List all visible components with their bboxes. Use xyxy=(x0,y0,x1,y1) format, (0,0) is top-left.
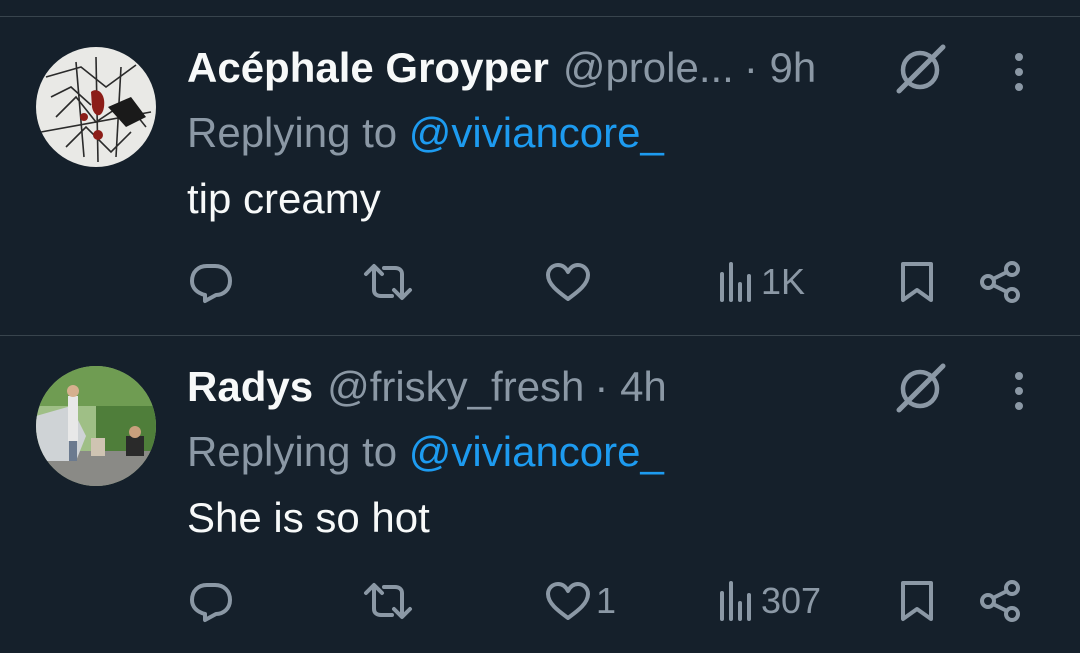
views-icon xyxy=(717,579,757,623)
view-count: 1K xyxy=(761,261,806,302)
replying-to: Replying to @viviancore_ xyxy=(187,428,664,476)
reply-button[interactable] xyxy=(187,576,235,626)
like-icon xyxy=(544,577,592,625)
tweet-header: Acéphale Groyper @prole... · 9h xyxy=(187,43,816,93)
action-bar: 1 307 xyxy=(187,576,1080,626)
author-handle[interactable]: @prole... xyxy=(563,44,734,92)
tweet[interactable]: Radys @frisky_fresh · 4h Replying to @vi… xyxy=(0,336,1080,653)
views-icon xyxy=(717,260,757,304)
tweet-header: Radys @frisky_fresh · 4h xyxy=(187,362,667,412)
replying-prefix: Replying to xyxy=(187,428,409,475)
like-button[interactable]: 1 xyxy=(544,576,616,626)
share-button[interactable] xyxy=(977,257,1025,307)
reply-icon xyxy=(187,258,235,306)
tweet-text: She is so hot xyxy=(187,494,430,541)
mention-link[interactable]: @viviancore_ xyxy=(409,109,664,156)
grok-icon[interactable] xyxy=(893,360,949,416)
reply-feed: Acéphale Groyper @prole... · 9h Replying… xyxy=(0,0,1080,653)
tweet-text: tip creamy xyxy=(187,175,381,222)
retweet-icon xyxy=(362,258,414,306)
share-icon xyxy=(977,577,1025,625)
replying-prefix: Replying to xyxy=(187,109,409,156)
action-bar: 1K xyxy=(187,257,1080,307)
mention-link[interactable]: @viviancore_ xyxy=(409,428,664,475)
share-icon xyxy=(977,258,1025,306)
grok-icon[interactable] xyxy=(893,41,949,97)
bookmark-icon xyxy=(897,577,937,625)
retweet-button[interactable] xyxy=(362,257,414,307)
views-button[interactable]: 1K xyxy=(717,257,805,307)
avatar[interactable] xyxy=(36,366,156,486)
author-name[interactable]: Radys xyxy=(187,363,313,411)
retweet-icon xyxy=(362,577,414,625)
like-icon xyxy=(544,258,592,306)
like-button[interactable] xyxy=(544,257,596,307)
replying-to: Replying to @viviancore_ xyxy=(187,109,664,157)
share-button[interactable] xyxy=(977,576,1025,626)
view-count: 307 xyxy=(761,580,822,621)
author-handle[interactable]: @frisky_fresh xyxy=(327,363,584,411)
views-button[interactable]: 307 xyxy=(717,576,821,626)
avatar[interactable] xyxy=(36,47,156,167)
timestamp[interactable]: · 4h xyxy=(594,363,666,411)
timestamp[interactable]: · 9h xyxy=(744,44,816,92)
reply-icon xyxy=(187,577,235,625)
more-icon[interactable] xyxy=(999,366,1039,416)
tweet[interactable]: Acéphale Groyper @prole... · 9h Replying… xyxy=(0,17,1080,335)
more-icon[interactable] xyxy=(999,47,1039,97)
author-name[interactable]: Acéphale Groyper xyxy=(187,44,549,92)
bookmark-button[interactable] xyxy=(897,257,937,307)
like-count: 1 xyxy=(596,580,617,621)
bookmark-button[interactable] xyxy=(897,576,937,626)
bookmark-icon xyxy=(897,258,937,306)
reply-button[interactable] xyxy=(187,257,235,307)
retweet-button[interactable] xyxy=(362,576,414,626)
